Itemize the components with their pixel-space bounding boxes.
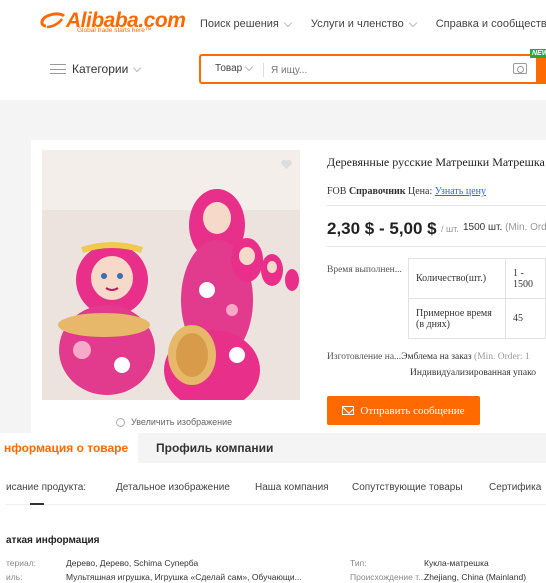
table-row: Примерное время (в днях) 45: [408, 298, 546, 339]
top-nav: Поиск решения Услуги и членство Справка …: [200, 18, 546, 30]
tab-product-info[interactable]: нформация о товаре: [0, 433, 138, 463]
attr-value: Кукла-матрешка: [424, 558, 489, 568]
divider: [6, 504, 546, 505]
search-type-select[interactable]: Товар: [215, 62, 254, 74]
fob-price-reference: FOB Справочник Цена: Узнать цену: [327, 186, 486, 197]
divider: [327, 205, 546, 206]
attr-value: Мультяшная игрушка, Игрушка «Сделай сам»…: [66, 572, 302, 582]
product-image[interactable]: [42, 150, 300, 400]
nav-item-help[interactable]: Справка и сообщество: [436, 18, 546, 30]
subnav-item-certificates[interactable]: Сертифика: [489, 482, 541, 493]
table-cell: Примерное время (в днях): [408, 298, 506, 339]
mail-icon: [342, 406, 355, 415]
matryoshka-image: [42, 150, 300, 400]
product-tabs: нформация о товаре Профиль компании: [0, 433, 546, 463]
nav-item-services[interactable]: Услуги и членство: [311, 18, 417, 30]
chevron-down-icon: [408, 18, 417, 27]
divider: [263, 63, 264, 77]
logo-tagline: Global trade starts here™: [77, 27, 152, 34]
product-title: Деревянные русские Матрешки Матрешка д: [327, 155, 546, 169]
categories-label: Категории: [72, 62, 129, 76]
attr-key: териал:: [6, 558, 37, 568]
chevron-down-icon: [244, 62, 254, 72]
chevron-down-icon: [133, 63, 142, 72]
subnav-item-related-products[interactable]: Сопутствующие товары: [352, 482, 463, 493]
table-cell: 45: [505, 298, 546, 339]
search-bar: Товар: [199, 54, 546, 84]
divider: [327, 246, 546, 247]
send-message-button[interactable]: Отправить сообщение: [327, 396, 480, 425]
favorite-heart-icon[interactable]: [281, 159, 292, 170]
table-row: Количество(шт.) 1 - 1500: [408, 258, 546, 299]
menu-icon: [50, 64, 66, 74]
get-price-link[interactable]: Узнать цену: [435, 186, 486, 197]
camera-icon[interactable]: [513, 63, 527, 74]
attr-key: иль:: [6, 572, 23, 582]
table-cell: 1 - 1500: [505, 258, 546, 299]
zoom-icon: [116, 417, 125, 427]
attr-key: Происхождение т...: [350, 572, 426, 582]
attr-value: Дерево, Дерево, Schima Суперба: [66, 558, 199, 568]
min-order-quantity: 1500 шт. (Min. Ord: [463, 222, 546, 233]
active-indicator: [30, 503, 44, 505]
search-button[interactable]: [536, 54, 546, 84]
subnav-item-description[interactable]: исание продукта:: [6, 482, 86, 493]
tab-company-profile[interactable]: Профиль компании: [156, 441, 273, 455]
search-input[interactable]: [271, 61, 491, 79]
price-unit: / шт.: [441, 224, 459, 234]
header: Alibaba.com Global trade starts here™ По…: [0, 0, 546, 100]
nav-item-solutions[interactable]: Поиск решения: [200, 18, 293, 30]
price-range: 2,30 $ - 5,00 $: [327, 219, 437, 238]
subnav-item-detail-image[interactable]: Детальное изображение: [116, 482, 230, 493]
chevron-down-icon: [283, 18, 293, 27]
customization-info: Изготовление на...Эмблема на заказ (Min.…: [327, 352, 530, 362]
lead-time-label: Время выполнен...: [327, 265, 402, 275]
customization-packaging: Индивидуализированная упако: [410, 368, 536, 378]
zoom-image-button[interactable]: Увеличить изображение: [116, 417, 232, 427]
categories-menu[interactable]: Категории: [50, 62, 142, 76]
brief-info-title: аткая информация: [6, 535, 100, 546]
new-badge: NEW: [530, 49, 546, 58]
alibaba-logo-icon: [40, 12, 66, 29]
table-cell: Количество(шт.): [408, 258, 506, 299]
subnav-item-our-company[interactable]: Наша компания: [255, 482, 329, 493]
attr-key: Тип:: [350, 558, 367, 568]
attr-value: Zhejiang, China (Mainland): [424, 572, 527, 582]
lead-time-table: Количество(шт.) 1 - 1500 Примерное время…: [408, 258, 546, 339]
